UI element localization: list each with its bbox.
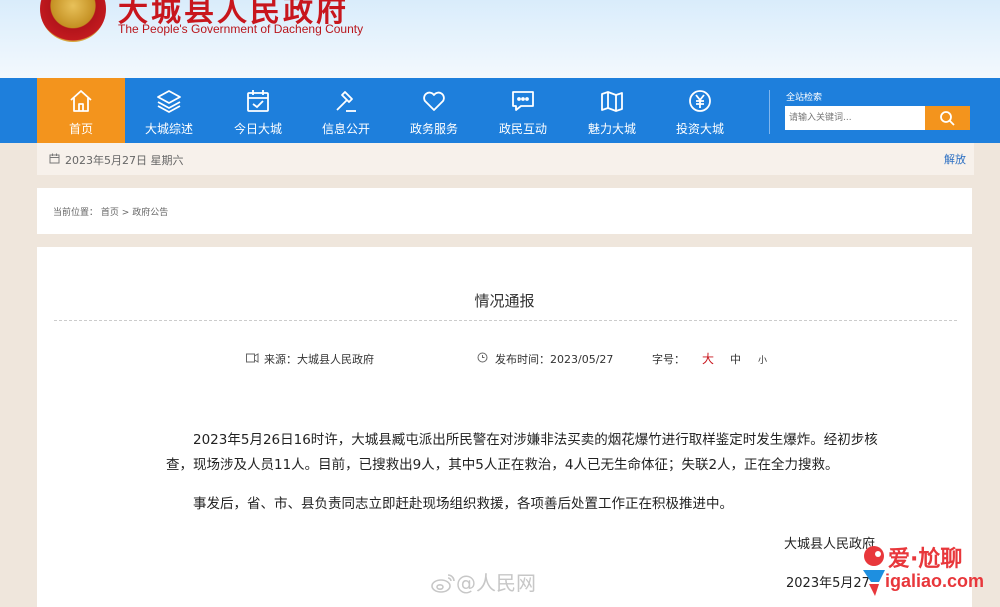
layers-icon <box>157 90 181 113</box>
nav-item-charm[interactable]: 魅力大城 <box>568 78 656 143</box>
nav-item-today[interactable]: 今日大城 <box>214 78 302 143</box>
font-size-label: 字号： <box>652 353 685 366</box>
map-icon <box>601 91 623 112</box>
weibo-icon <box>431 574 455 593</box>
source-value: 大城县人民政府 <box>297 353 374 366</box>
main-nav: 首页 大城综述 今日大城 信息公开 政务服务 政民互动 魅力大城 投资大城 全站… <box>0 78 1000 143</box>
weather-link[interactable]: 解放 <box>944 151 966 167</box>
font-size-medium[interactable]: 中 <box>730 351 741 367</box>
breadcrumb-prefix: 当前位置： <box>53 208 99 218</box>
breadcrumb-home[interactable]: 首页 <box>101 208 119 218</box>
nav-item-home[interactable]: 首页 <box>37 78 125 143</box>
heart-icon <box>423 91 445 111</box>
home-icon <box>70 90 92 112</box>
weibo-watermark-text: @人民网 <box>456 571 536 595</box>
nav-label: 投资大城 <box>675 122 724 136</box>
article-source: 来源：大城县人民政府 <box>246 351 374 367</box>
search-icon <box>940 111 955 126</box>
nav-item-interaction[interactable]: 政民互动 <box>479 78 567 143</box>
nav-label: 大城综述 <box>144 122 193 136</box>
breadcrumb-current[interactable]: 政府公告 <box>132 208 168 218</box>
publish-date: 2023/05/27 <box>550 353 614 366</box>
search-title: 全站检索 <box>786 93 823 103</box>
article-panel: 情况通报 来源：大城县人民政府 发布时间：2023/05/27 字号： 大 中 … <box>37 247 972 607</box>
nav-label: 信息公开 <box>321 122 370 136</box>
article-publish-time: 发布时间：2023/05/27 <box>477 351 613 367</box>
calendar-icon <box>49 153 60 164</box>
site-header: 大城县人民政府 The People's Government of Dache… <box>0 0 1000 78</box>
article-paragraph: 事发后，省、市、县负责同志立即赶赴现场组织救援，各项善后处置工作正在积极推进中。 <box>193 496 733 512</box>
nav-item-gov-services[interactable]: 政务服务 <box>390 78 478 143</box>
chat-icon <box>512 91 534 111</box>
current-date: 2023年5月27日 星期六 <box>65 154 184 167</box>
nav-label: 政民互动 <box>498 122 547 136</box>
nav-item-invest[interactable]: 投资大城 <box>656 78 744 143</box>
date-bar: 2023年5月27日 星期六 解放 <box>37 143 974 175</box>
nav-label: 首页 <box>68 122 93 136</box>
article-paragraph: 2023年5月26日16时许，大城县臧屯派出所民警在对涉嫌非法买卖的烟花爆竹进行… <box>166 432 878 473</box>
breadcrumb-separator: > <box>121 208 130 218</box>
hammer-icon <box>336 91 356 112</box>
font-size-large[interactable]: 大 <box>702 350 714 367</box>
search-input[interactable] <box>785 106 925 130</box>
site-watermark: 爱·尬聊 igaliao.com <box>855 538 1000 607</box>
font-size-small[interactable]: 小 <box>758 353 767 366</box>
breadcrumb: 当前位置： 首页 > 政府公告 <box>53 205 168 218</box>
nav-item-info-disclosure[interactable]: 信息公开 <box>302 78 390 143</box>
nav-label: 政务服务 <box>409 122 458 136</box>
yuan-coin-icon <box>689 90 711 112</box>
calendar-check-icon <box>247 90 269 112</box>
source-icon <box>246 353 259 363</box>
nav-label: 魅力大城 <box>587 122 636 136</box>
clock-icon <box>477 352 488 363</box>
search-button[interactable] <box>925 106 970 130</box>
national-emblem-icon <box>40 0 106 42</box>
weibo-watermark: @人民网 <box>430 567 536 596</box>
title-divider <box>54 320 957 321</box>
source-label: 来源： <box>264 353 297 366</box>
site-name-en: The People's Government of Dacheng Count… <box>118 22 364 36</box>
nav-item-overview[interactable]: 大城综述 <box>125 78 213 143</box>
nav-divider <box>769 90 770 134</box>
nav-label: 今日大城 <box>233 122 282 136</box>
corner-watermark-url: igaliao.com <box>885 571 985 591</box>
breadcrumb-bar: 当前位置： 首页 > 政府公告 <box>37 188 972 234</box>
publish-label: 发布时间： <box>495 353 550 366</box>
article-title: 情况通报 <box>474 292 535 310</box>
corner-watermark-cn: 爱·尬聊 <box>888 547 963 572</box>
